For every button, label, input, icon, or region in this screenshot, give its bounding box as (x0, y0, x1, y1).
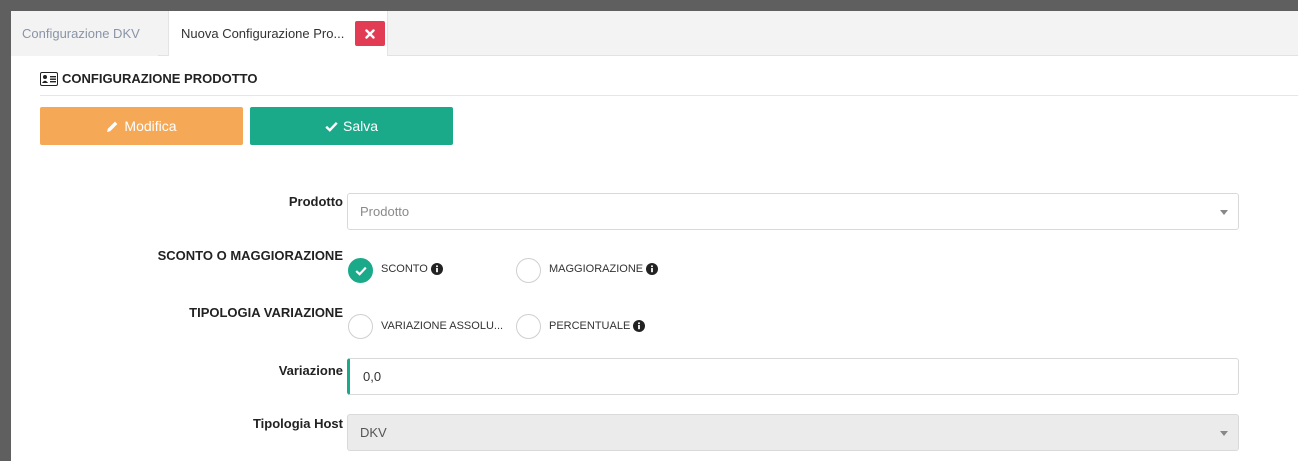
radio-percentuale[interactable] (516, 314, 541, 339)
id-card-icon (40, 71, 58, 86)
radio-percentuale-label: PERCENTUALE (549, 320, 646, 332)
sconto-maggiorazione-label: SCONTO O MAGGIORAZIONE (157, 248, 343, 263)
info-icon[interactable] (633, 320, 646, 332)
tipologia-variazione-label: TIPOLOGIA VARIAZIONE (189, 305, 343, 320)
radio-sconto-label: SCONTO (381, 263, 443, 275)
prodotto-label: Prodotto (288, 194, 343, 209)
radio-variazione-assoluta-label: VARIAZIONE ASSOLU... (381, 320, 503, 332)
radio-maggiorazione[interactable] (516, 258, 541, 283)
prodotto-placeholder: Prodotto (360, 204, 410, 219)
check-icon (354, 266, 367, 276)
radio-percentuale-text: PERCENTUALE (549, 320, 631, 332)
radio-sconto-text: SCONTO (381, 263, 428, 275)
edit-button[interactable]: Modifica (40, 107, 243, 145)
chevron-down-icon (1220, 210, 1228, 215)
close-icon (365, 28, 375, 39)
close-tab-button[interactable] (355, 21, 385, 46)
radio-sconto[interactable] (348, 258, 373, 283)
tab-configurazione-dkv[interactable]: Configurazione DKV (11, 11, 158, 56)
tipologia-host-label: Tipologia Host (252, 416, 343, 431)
prodotto-select[interactable]: Prodotto (347, 193, 1239, 230)
radio-variazione-assoluta-text: VARIAZIONE ASSOLU... (381, 320, 504, 332)
panel-title: CONFIGURAZIONE PRODOTTO (62, 71, 258, 86)
edit-button-label: Modifica (124, 118, 177, 134)
tipologia-host-value: DKV (360, 425, 387, 440)
info-icon[interactable] (430, 263, 443, 275)
variazione-label: Variazione (278, 363, 343, 378)
app-window: Configurazione DKV Nuova Configurazione … (11, 11, 1298, 461)
save-button-label: Salva (342, 118, 379, 134)
radio-variazione-assoluta[interactable] (348, 314, 373, 339)
pencil-icon (107, 121, 118, 132)
radio-maggiorazione-label: MAGGIORAZIONE (549, 263, 659, 275)
chevron-down-icon (1220, 431, 1228, 436)
radio-maggiorazione-text: MAGGIORAZIONE (549, 263, 644, 275)
check-icon (325, 121, 338, 132)
variazione-value: 0,0 (363, 369, 382, 384)
tab-bar: Configurazione DKV Nuova Configurazione … (11, 11, 1298, 56)
tipologia-host-select: DKV (347, 414, 1239, 451)
panel-header: CONFIGURAZIONE PRODOTTO (40, 62, 1298, 96)
variazione-input[interactable]: 0,0 (347, 358, 1239, 395)
info-icon[interactable] (646, 263, 659, 275)
tab-label: Nuova Configurazione Pro... (181, 26, 345, 41)
save-button[interactable]: Salva (250, 107, 453, 145)
